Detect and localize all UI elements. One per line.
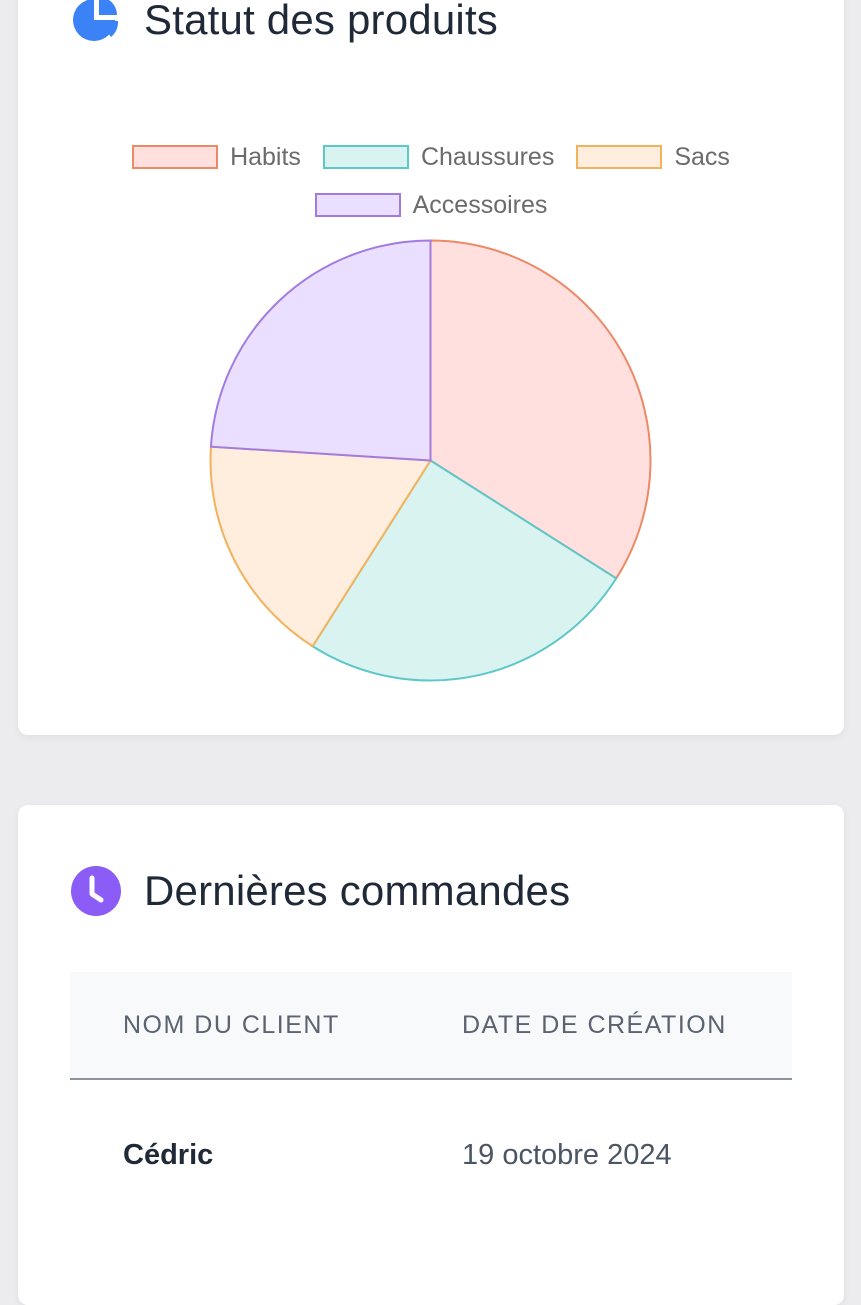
- column-header-date: DATE DE CRÉATION: [462, 1010, 727, 1039]
- legend-swatch: [314, 193, 401, 217]
- legend-label: Chaussures: [420, 142, 555, 171]
- product-status-title: Statut des produits: [144, 0, 499, 43]
- table-header: NOM DU CLIENT DATE DE CRÉATION: [70, 972, 792, 1080]
- table-row[interactable]: Cédric 19 octobre 2024: [70, 1080, 792, 1230]
- recent-orders-header: Dernières commandes: [70, 865, 570, 917]
- legend-swatch: [322, 145, 409, 169]
- legend-label: Accessoires: [412, 190, 548, 219]
- legend-item-sacs[interactable]: Sacs: [576, 140, 730, 174]
- clock-icon: [70, 865, 122, 917]
- chart-legend: Habits Chaussures Sacs Accessoires: [18, 140, 844, 222]
- chart-pie-icon: [70, 0, 122, 46]
- orders-table: NOM DU CLIENT DATE DE CRÉATION Cédric 19…: [70, 972, 792, 1230]
- product-status-header: Statut des produits: [70, 0, 498, 46]
- column-header-client: NOM DU CLIENT: [123, 1010, 340, 1039]
- legend-item-accessoires[interactable]: Accessoires: [314, 188, 548, 222]
- recent-orders-card: Dernières commandes NOM DU CLIENT DATE D…: [18, 805, 844, 1305]
- legend-swatch: [132, 145, 219, 169]
- legend-label: Habits: [230, 142, 301, 171]
- legend-swatch: [576, 145, 663, 169]
- pie-chart: [208, 238, 653, 683]
- pie-slice-accessoires[interactable]: [209, 239, 432, 462]
- legend-item-chaussures[interactable]: Chaussures: [322, 140, 555, 174]
- cell-creation-date: 19 octobre 2024: [462, 1138, 672, 1171]
- product-status-card: Statut des produits Habits Chaussures Sacs…: [18, 0, 844, 735]
- legend-label: Sacs: [674, 142, 730, 171]
- pie-chart-svg: [209, 239, 652, 682]
- legend-item-habits[interactable]: Habits: [132, 140, 301, 174]
- cell-client-name: Cédric: [123, 1138, 214, 1171]
- recent-orders-title: Dernières commandes: [144, 867, 571, 914]
